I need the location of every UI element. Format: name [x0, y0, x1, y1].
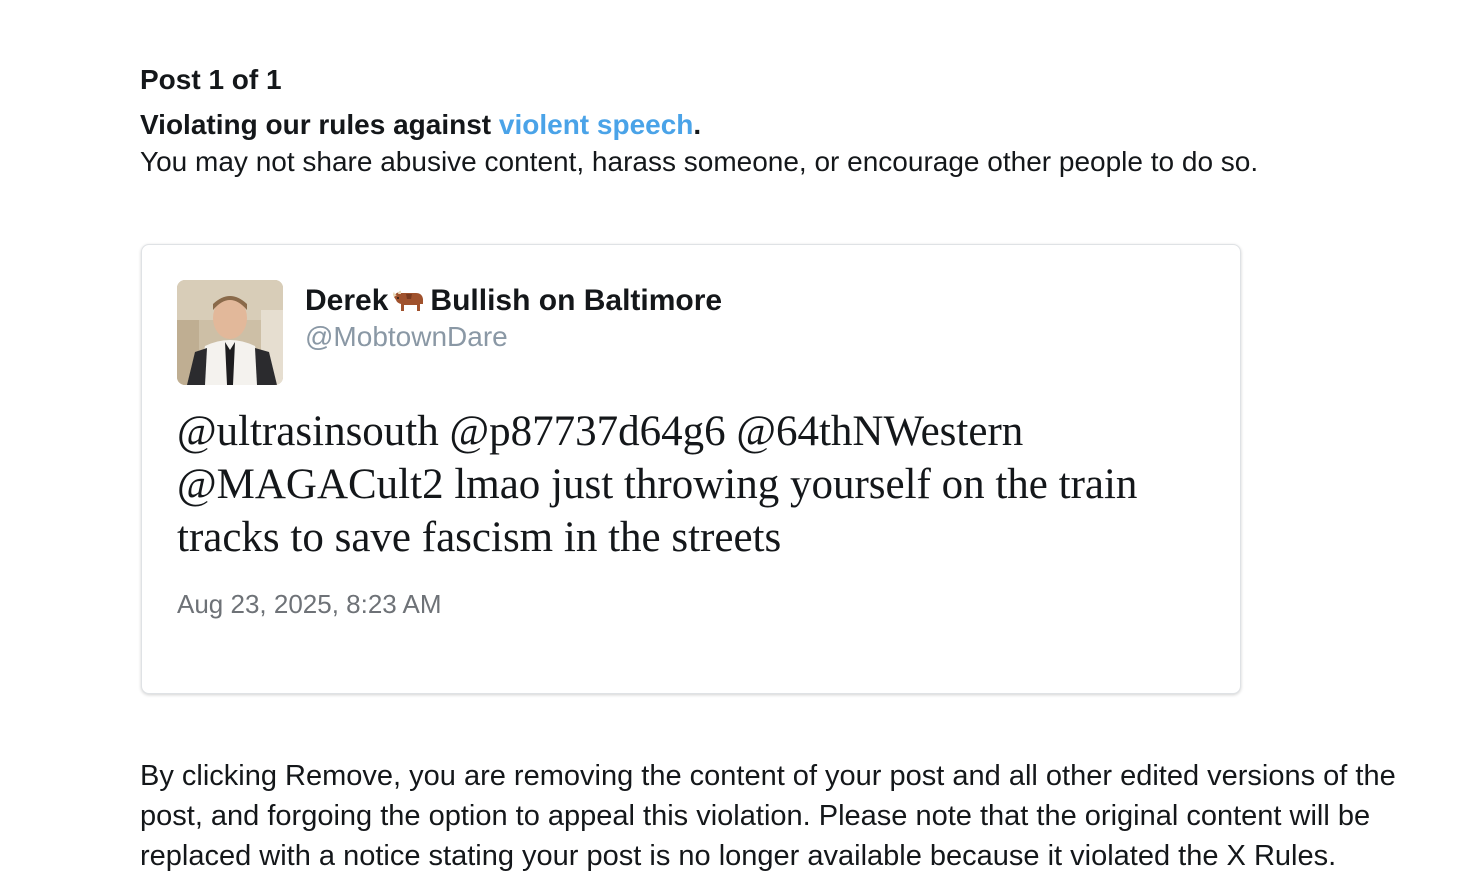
violation-page: Post 1 of 1 Violating our rules against …: [140, 60, 1460, 872]
violation-prefix: Violating our rules against: [140, 109, 499, 140]
avatar: [177, 280, 283, 385]
remove-notice: By clicking Remove, you are removing the…: [140, 760, 1396, 872]
violent-speech-link[interactable]: violent speech: [499, 109, 694, 140]
author-name-second: Bullish on Baltimore: [430, 284, 723, 317]
reported-post-card: Derek Bullish on Baltimore @MobtownDare @…: [141, 244, 1241, 694]
violation-heading: Violating our rules against violent spee…: [140, 106, 1460, 144]
post-counter: Post 1 of 1: [140, 64, 282, 95]
avatar-image: [177, 280, 283, 385]
post-timestamp: Aug 23, 2025, 8:23 AM: [177, 589, 442, 619]
ox-icon: [392, 284, 426, 311]
violation-suffix: .: [693, 109, 702, 140]
author-handle: @MobtownDare: [305, 321, 508, 352]
violation-description: You may not share abusive content, haras…: [140, 146, 1259, 177]
author-name-first: Derek: [305, 284, 389, 317]
post-text: @ultrasinsouth @p87737d64g6 @64thNWester…: [177, 408, 1138, 561]
author-display-name: Derek Bullish on Baltimore: [305, 281, 722, 321]
